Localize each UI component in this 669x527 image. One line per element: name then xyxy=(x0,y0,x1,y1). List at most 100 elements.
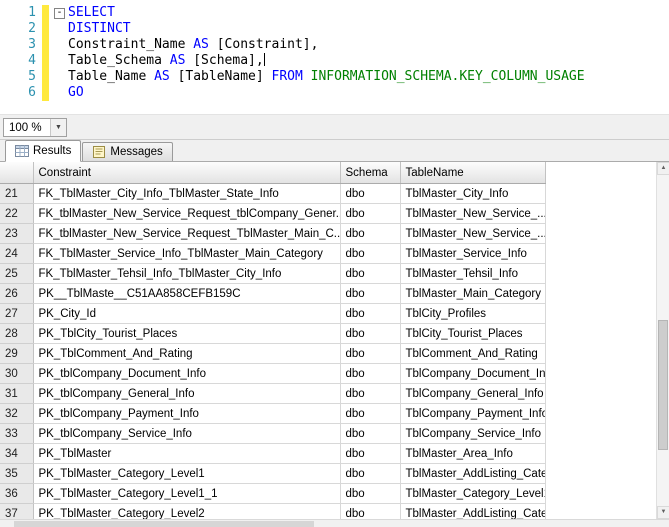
cell-schema[interactable]: dbo xyxy=(340,444,400,464)
cell-tablename[interactable]: TblCompany_Service_Info xyxy=(400,424,545,444)
editor-line[interactable]: 1-SELECT xyxy=(0,5,669,21)
row-header[interactable]: 34 xyxy=(0,444,33,464)
row-header[interactable]: 23 xyxy=(0,224,33,244)
grid-corner[interactable] xyxy=(0,162,33,184)
cell-constraint[interactable]: PK_TblMaster_Category_Level1 xyxy=(33,464,340,484)
cell-schema[interactable]: dbo xyxy=(340,244,400,264)
cell-schema[interactable]: dbo xyxy=(340,224,400,244)
table-row: 30PK_tblCompany_Document_InfodboTblCompa… xyxy=(0,364,545,384)
cell-constraint[interactable]: PK_City_Id xyxy=(33,304,340,324)
cell-constraint[interactable]: PK_tblCompany_Service_Info xyxy=(33,424,340,444)
cell-schema[interactable]: dbo xyxy=(340,204,400,224)
editor-line[interactable]: 4Table_Schema AS [Schema], xyxy=(0,53,669,69)
row-header[interactable]: 35 xyxy=(0,464,33,484)
line-number[interactable]: 3 xyxy=(0,37,42,53)
cell-tablename[interactable]: TblComment_And_Rating xyxy=(400,344,545,364)
line-number[interactable]: 6 xyxy=(0,85,42,101)
editor-line[interactable]: 2DISTINCT xyxy=(0,21,669,37)
cell-schema[interactable]: dbo xyxy=(340,404,400,424)
cell-constraint[interactable]: PK_TblMaster_Category_Level1_1 xyxy=(33,484,340,504)
cell-tablename[interactable]: TblMaster_Main_Category xyxy=(400,284,545,304)
cell-tablename[interactable]: TblMaster_Service_Info xyxy=(400,244,545,264)
cell-constraint[interactable]: FK_tblMaster_New_Service_Request_tblComp… xyxy=(33,204,340,224)
scroll-down-icon[interactable]: ▼ xyxy=(657,506,669,519)
cell-tablename[interactable]: TblMaster_AddListing_Cate... xyxy=(400,464,545,484)
cell-tablename[interactable]: TblMaster_City_Info xyxy=(400,184,545,204)
cell-schema[interactable]: dbo xyxy=(340,344,400,364)
cell-tablename[interactable]: TblCompany_Document_Info xyxy=(400,364,545,384)
cell-schema[interactable]: dbo xyxy=(340,464,400,484)
scroll-up-icon[interactable]: ▲ xyxy=(657,162,669,175)
cell-tablename[interactable]: TblMaster_Area_Info xyxy=(400,444,545,464)
row-header[interactable]: 33 xyxy=(0,424,33,444)
cell-tablename[interactable]: TblMaster_Category_Level1 xyxy=(400,484,545,504)
cell-constraint[interactable]: PK_tblCompany_Document_Info xyxy=(33,364,340,384)
vertical-scrollbar-thumb[interactable] xyxy=(658,320,668,450)
column-header-schema[interactable]: Schema xyxy=(340,162,400,184)
zoom-level-select[interactable]: 100 % ▼ xyxy=(3,118,67,137)
row-header[interactable]: 22 xyxy=(0,204,33,224)
table-row: 36PK_TblMaster_Category_Level1_1dboTblMa… xyxy=(0,484,545,504)
cell-tablename[interactable]: TblMaster_New_Service_... xyxy=(400,204,545,224)
cell-schema[interactable]: dbo xyxy=(340,324,400,344)
cell-tablename[interactable]: TblCity_Profiles xyxy=(400,304,545,324)
cell-schema[interactable]: dbo xyxy=(340,424,400,444)
cell-schema[interactable]: dbo xyxy=(340,304,400,324)
row-header[interactable]: 28 xyxy=(0,324,33,344)
cell-constraint[interactable]: FK_TblMaster_Tehsil_Info_TblMaster_City_… xyxy=(33,264,340,284)
cell-constraint[interactable]: PK_TblComment_And_Rating xyxy=(33,344,340,364)
editor-line[interactable]: 6 GO xyxy=(0,85,669,101)
horizontal-scrollbar-thumb[interactable] xyxy=(14,521,314,527)
table-row: 28PK_TblCity_Tourist_PlacesdboTblCity_To… xyxy=(0,324,545,344)
row-header[interactable]: 29 xyxy=(0,344,33,364)
row-header[interactable]: 36 xyxy=(0,484,33,504)
line-number[interactable]: 4 xyxy=(0,53,42,69)
change-tracking-bar xyxy=(42,21,49,37)
editor-line[interactable]: 5Table_Name AS [TableName] FROM INFORMAT… xyxy=(0,69,669,85)
zoom-value: 100 % xyxy=(4,122,50,134)
cell-constraint[interactable]: FK_TblMaster_City_Info_TblMaster_State_I… xyxy=(33,184,340,204)
row-header[interactable]: 31 xyxy=(0,384,33,404)
cell-constraint[interactable]: PK_TblCity_Tourist_Places xyxy=(33,324,340,344)
cell-schema[interactable]: dbo xyxy=(340,264,400,284)
horizontal-scrollbar[interactable] xyxy=(0,519,669,527)
row-header[interactable]: 26 xyxy=(0,284,33,304)
sql-editor[interactable]: 1-SELECT2DISTINCT3Constraint_Name AS [Co… xyxy=(0,0,669,114)
row-header[interactable]: 25 xyxy=(0,264,33,284)
cell-tablename[interactable]: TblCity_Tourist_Places xyxy=(400,324,545,344)
line-number[interactable]: 5 xyxy=(0,69,42,85)
vertical-scrollbar[interactable]: ▲ ▼ xyxy=(656,162,669,519)
line-number[interactable]: 1 xyxy=(0,5,42,21)
row-header[interactable]: 21 xyxy=(0,184,33,204)
cell-constraint[interactable]: FK_tblMaster_New_Service_Request_TblMast… xyxy=(33,224,340,244)
tab-messages[interactable]: Messages xyxy=(82,142,172,161)
row-header[interactable]: 27 xyxy=(0,304,33,324)
line-number[interactable]: 2 xyxy=(0,21,42,37)
cell-schema[interactable]: dbo xyxy=(340,384,400,404)
cell-schema[interactable]: dbo xyxy=(340,364,400,384)
chevron-down-icon[interactable]: ▼ xyxy=(50,119,66,136)
cell-schema[interactable]: dbo xyxy=(340,184,400,204)
cell-tablename[interactable]: TblCompany_General_Info xyxy=(400,384,545,404)
cell-tablename[interactable]: TblMaster_Tehsil_Info xyxy=(400,264,545,284)
column-header-constraint[interactable]: Constraint xyxy=(33,162,340,184)
cell-tablename[interactable]: TblMaster_New_Service_... xyxy=(400,224,545,244)
fold-margin xyxy=(51,69,68,85)
cell-constraint[interactable]: PK_tblCompany_General_Info xyxy=(33,384,340,404)
row-header[interactable]: 24 xyxy=(0,244,33,264)
cell-schema[interactable]: dbo xyxy=(340,284,400,304)
row-header[interactable]: 30 xyxy=(0,364,33,384)
column-header-tablename[interactable]: TableName xyxy=(400,162,545,184)
code-text: GO xyxy=(68,85,669,101)
row-header[interactable]: 32 xyxy=(0,404,33,424)
table-row: 27PK_City_IddboTblCity_Profiles xyxy=(0,304,545,324)
tab-results[interactable]: Results xyxy=(5,140,81,162)
cell-constraint[interactable]: PK_tblCompany_Payment_Info xyxy=(33,404,340,424)
editor-line[interactable]: 3Constraint_Name AS [Constraint], xyxy=(0,37,669,53)
cell-tablename[interactable]: TblCompany_Payment_Info xyxy=(400,404,545,424)
cell-constraint[interactable]: PK_TblMaster xyxy=(33,444,340,464)
cell-constraint[interactable]: PK__TblMaste__C51AA858CEFB159C xyxy=(33,284,340,304)
cell-schema[interactable]: dbo xyxy=(340,484,400,504)
cell-constraint[interactable]: FK_TblMaster_Service_Info_TblMaster_Main… xyxy=(33,244,340,264)
collapse-region-icon[interactable]: - xyxy=(54,8,65,19)
